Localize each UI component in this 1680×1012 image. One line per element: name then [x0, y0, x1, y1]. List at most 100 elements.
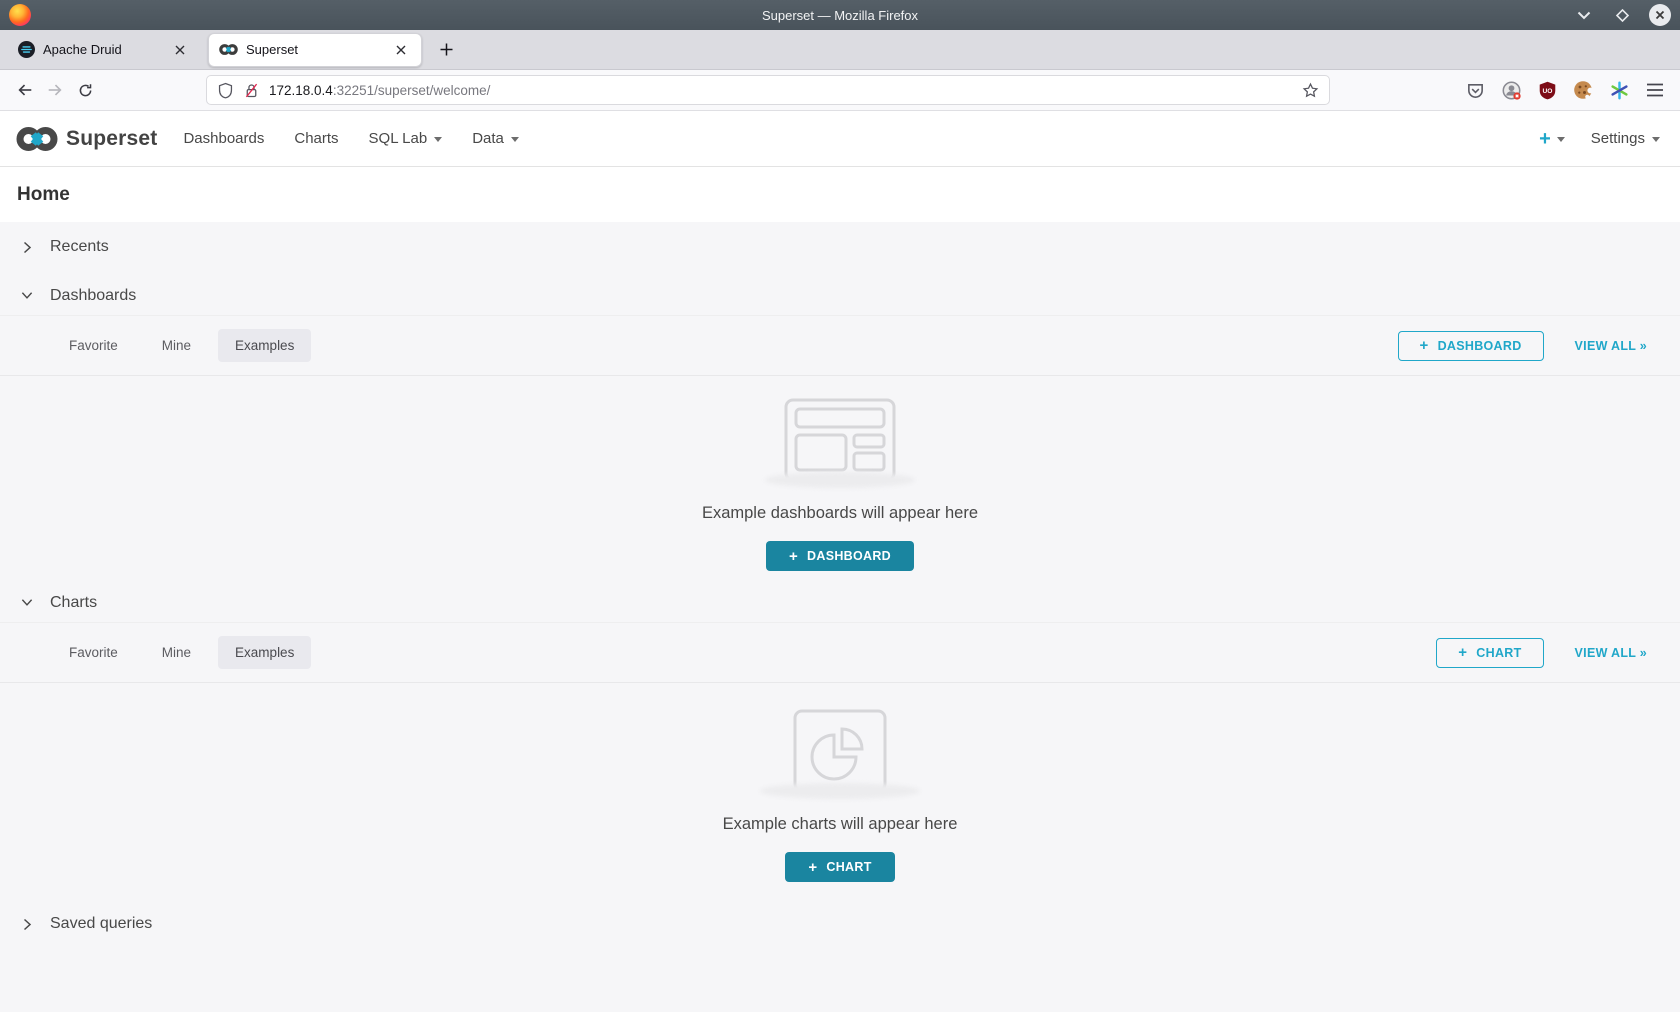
section-recents[interactable]: Recents [0, 224, 1680, 270]
chevron-right-icon [21, 918, 33, 931]
maximize-button[interactable] [1611, 4, 1633, 26]
dashboard-placeholder-icon [784, 398, 896, 482]
firefox-icon [9, 4, 31, 26]
navbar-right: + Settings [1539, 129, 1664, 149]
charts-tab-favorite[interactable]: Favorite [52, 636, 135, 669]
ublock-button[interactable]: UO [1536, 79, 1558, 101]
view-all-charts-link[interactable]: VIEW ALL » [1575, 646, 1647, 660]
url-bar[interactable]: 172.18.0.4:32251/superset/welcome/ [206, 75, 1330, 105]
ublock-label: UO [1542, 87, 1552, 94]
forward-button[interactable] [40, 75, 70, 105]
browser-toolbar: 172.18.0.4:32251/superset/welcome/ UO [0, 70, 1680, 111]
section-label: Dashboards [50, 287, 136, 305]
page-content: Recents Dashboards Favorite Mine Example… [0, 224, 1680, 959]
tab-title: Superset [246, 42, 383, 57]
arrow-left-icon [16, 81, 34, 99]
dashboards-tab-mine[interactable]: Mine [145, 329, 208, 362]
dashboards-tab-examples[interactable]: Examples [218, 329, 311, 362]
tab-apache-druid[interactable]: Apache Druid [8, 33, 200, 67]
charts-toolbar: Favorite Mine Examples + CHART VIEW ALL … [0, 623, 1680, 683]
view-all-dashboards-link[interactable]: VIEW ALL » [1575, 339, 1647, 353]
menu-item-sql-lab[interactable]: SQL Lab [369, 111, 443, 167]
superset-logo[interactable]: Superset [16, 125, 157, 153]
menu-item-data[interactable]: Data [472, 111, 519, 167]
empty-state-text: Example charts will appear here [723, 815, 958, 834]
url-path: :32251/superset/welcome/ [333, 83, 491, 98]
settings-menu[interactable]: Settings [1591, 130, 1660, 147]
tab-label: Mine [162, 338, 191, 353]
cookie-extension-button[interactable] [1572, 79, 1594, 101]
plus-icon [440, 43, 453, 56]
section-saved-queries[interactable]: Saved queries [0, 902, 1680, 946]
new-chart-button[interactable]: + CHART [1436, 638, 1543, 668]
shield-icon[interactable] [217, 82, 234, 99]
menu-item-dashboards[interactable]: Dashboards [183, 111, 264, 167]
account-extension-button[interactable] [1500, 79, 1522, 101]
charts-empty-state: Example charts will appear here + CHART [0, 683, 1680, 892]
druid-favicon [18, 41, 35, 58]
toolbar-extensions: UO [1464, 79, 1666, 101]
menu-button[interactable] [1644, 79, 1666, 101]
dashboards-empty-state: Example dashboards will appear here + DA… [0, 376, 1680, 583]
tab-label: Mine [162, 645, 191, 660]
button-label: CHART [826, 860, 871, 874]
superset-infinity-icon [16, 125, 58, 153]
add-chart-button[interactable]: + CHART [785, 852, 894, 882]
account-badge-icon [1501, 80, 1522, 101]
reload-button[interactable] [70, 75, 100, 105]
menu-item-charts[interactable]: Charts [294, 111, 338, 167]
plus-icon: + [1539, 129, 1551, 149]
pocket-icon [1466, 81, 1485, 100]
cookie-icon [1573, 80, 1593, 100]
new-tab-button[interactable] [432, 36, 460, 64]
new-item-menu[interactable]: + [1539, 129, 1565, 149]
dashboards-actions: + DASHBOARD VIEW ALL » [1398, 331, 1647, 361]
diamond-icon [1615, 8, 1630, 23]
asterisk-icon [1610, 81, 1629, 100]
tab-label: Favorite [69, 338, 118, 353]
section-charts-header[interactable]: Charts [0, 583, 1680, 623]
chevron-down-icon [21, 598, 33, 607]
menu-label: Data [472, 130, 504, 147]
caret-down-icon [1652, 137, 1660, 142]
menu-label: Charts [294, 130, 338, 147]
caret-down-icon [1557, 137, 1565, 142]
caret-down-icon [434, 137, 442, 142]
arrow-right-icon [46, 81, 64, 99]
dashboards-toolbar: Favorite Mine Examples + DASHBOARD VIEW … [0, 316, 1680, 376]
empty-state-text: Example dashboards will appear here [702, 504, 978, 523]
minimize-button[interactable] [1573, 4, 1595, 26]
menu-label: SQL Lab [369, 130, 428, 147]
url-host: 172.18.0.4 [269, 83, 333, 98]
superset-menu: Dashboards Charts SQL Lab Data [183, 111, 518, 167]
bookmark-star-button[interactable] [1302, 82, 1319, 99]
superset-navbar: Superset Dashboards Charts SQL Lab Data … [0, 111, 1680, 167]
plus-icon: + [808, 859, 817, 876]
charts-tab-mine[interactable]: Mine [145, 636, 208, 669]
charts-tab-examples[interactable]: Examples [218, 636, 311, 669]
tab-label: Favorite [69, 645, 118, 660]
tab-close-button[interactable] [391, 40, 411, 60]
plus-icon: + [1458, 644, 1467, 661]
asterisk-extension-button[interactable] [1608, 79, 1630, 101]
tab-superset[interactable]: Superset [208, 33, 422, 67]
plus-icon: + [1420, 337, 1429, 354]
settings-label: Settings [1591, 130, 1645, 147]
section-label: Saved queries [50, 915, 152, 933]
brand-name: Superset [66, 127, 157, 151]
dashboards-tab-favorite[interactable]: Favorite [52, 329, 135, 362]
back-button[interactable] [10, 75, 40, 105]
insecure-lock-icon[interactable] [243, 82, 260, 99]
chevron-down-icon [21, 291, 33, 300]
button-label: DASHBOARD [807, 549, 891, 563]
star-icon [1302, 82, 1319, 99]
tab-label: Examples [235, 645, 294, 660]
pocket-button[interactable] [1464, 79, 1486, 101]
new-dashboard-button[interactable]: + DASHBOARD [1398, 331, 1544, 361]
caret-down-icon [511, 137, 519, 142]
tab-close-button[interactable] [170, 40, 190, 60]
charts-actions: + CHART VIEW ALL » [1436, 638, 1647, 668]
add-dashboard-button[interactable]: + DASHBOARD [766, 541, 914, 571]
close-button[interactable] [1649, 4, 1671, 26]
section-dashboards-header[interactable]: Dashboards [0, 276, 1680, 316]
